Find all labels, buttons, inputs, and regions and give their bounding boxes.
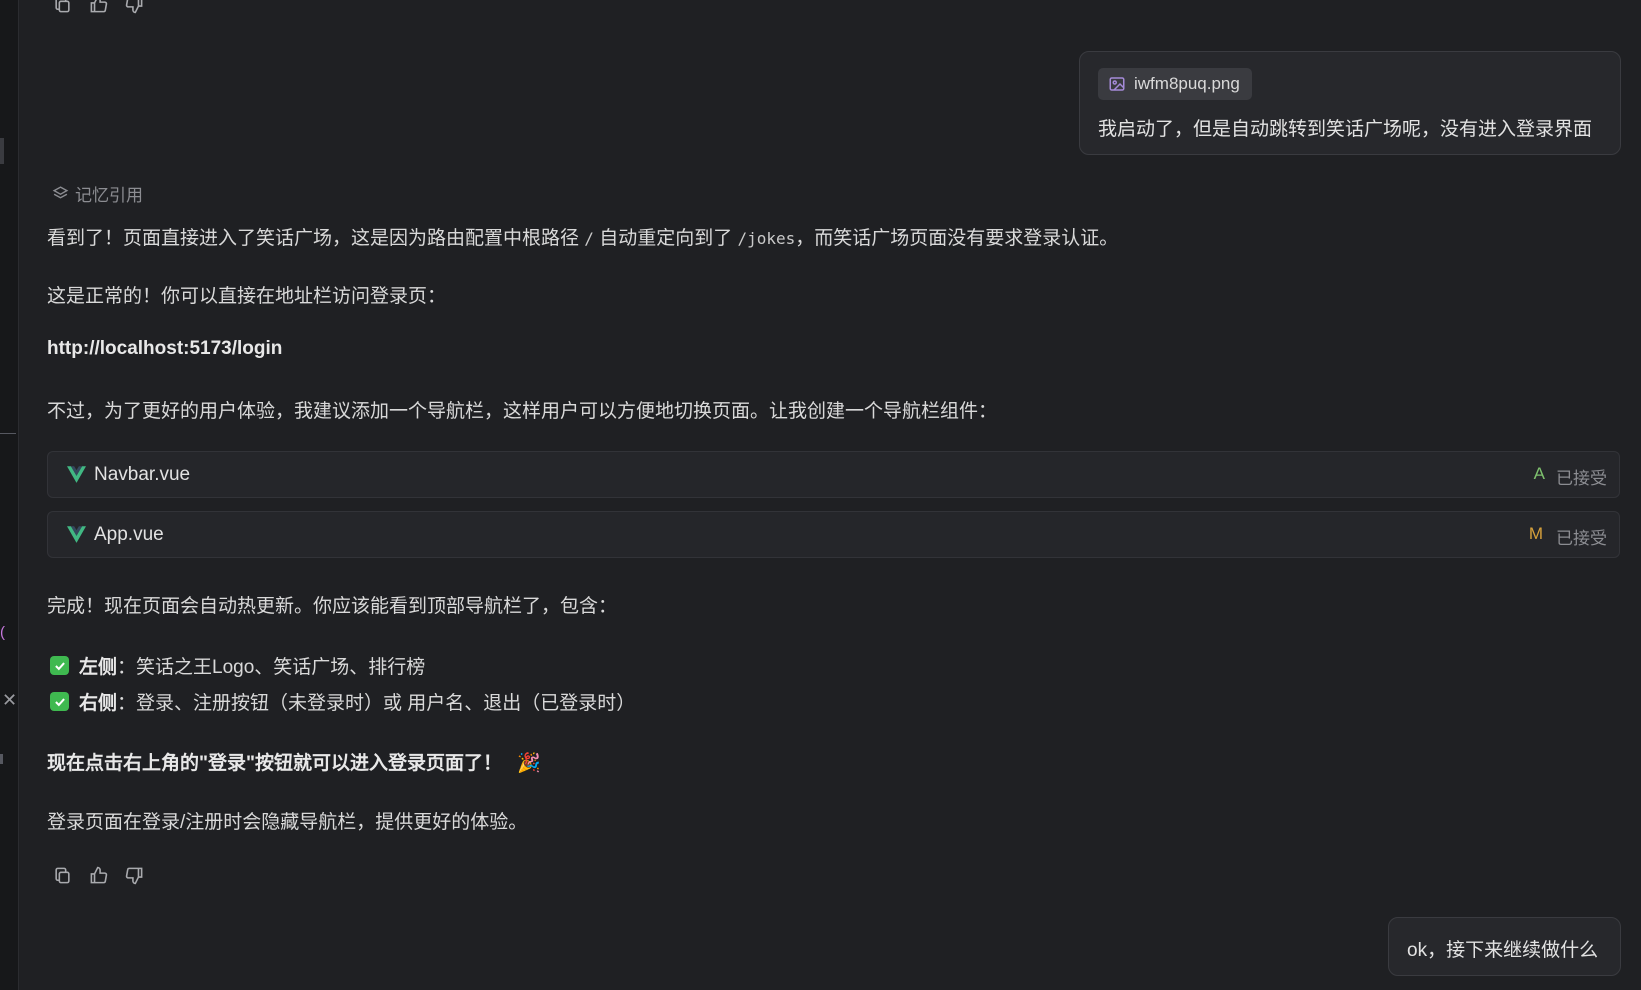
memory-reference-label: 记忆引用 xyxy=(75,186,143,205)
panel-marker xyxy=(0,754,3,764)
text-segment: 现在点击右上角的"登录"按钮就可以进入登录页面了！ xyxy=(47,753,503,774)
file-change-navbar[interactable]: Navbar.vue A 已接受 xyxy=(47,451,1620,498)
thumbs-up-icon[interactable] xyxy=(88,0,108,14)
text-segment: ，而笑话广场页面没有要求登录认证。 xyxy=(795,228,1119,249)
assistant-paragraph-4: 完成！现在页面会自动热更新。你应该能看到顶部导航栏了，包含： xyxy=(47,596,618,617)
assistant-paragraph-3: 不过，为了更好的用户体验，我建议添加一个导航栏，这样用户可以方便地切换页面。让我… xyxy=(47,401,998,422)
file-modified-badge: M xyxy=(1528,524,1543,543)
image-attachment[interactable]: iwfm8puq.png xyxy=(1098,68,1252,100)
vue-icon xyxy=(67,526,86,543)
layers-icon xyxy=(52,186,69,199)
checklist-label: 右侧 xyxy=(79,693,118,714)
copy-icon[interactable] xyxy=(52,0,72,14)
checklist-text: ：笑话之王Logo、笑话广场、排行榜 xyxy=(117,657,426,678)
file-status: 已接受 xyxy=(1556,529,1607,548)
check-icon xyxy=(50,692,69,711)
assistant-paragraph-1: 看到了！页面直接进入了笑话广场，这是因为路由配置中根路径 / 自动重定向到了 /… xyxy=(47,223,1118,250)
close-icon[interactable]: ✕ xyxy=(2,690,17,711)
image-file-icon xyxy=(1109,77,1125,91)
check-icon xyxy=(50,656,69,675)
thumbs-down-icon[interactable] xyxy=(124,0,144,14)
user-message-text: 我启动了，但是自动跳转到笑话广场呢，没有进入登录界面 xyxy=(1098,119,1593,140)
user-message-text: ok，接下来继续做什么 xyxy=(1407,940,1599,961)
vue-icon xyxy=(67,466,86,483)
checklist-item-left: 左侧：笑话之王Logo、笑话广场、排行榜 xyxy=(50,652,425,679)
code-glyph-fragment: ( xyxy=(0,624,5,641)
assistant-paragraph-5: 现在点击右上角的"登录"按钮就可以进入登录页面了！ 🎉 xyxy=(47,748,541,775)
checklist-label: 左侧 xyxy=(79,657,118,678)
thumbs-down-icon[interactable] xyxy=(124,865,144,885)
checklist-item-right: 右侧：登录、注册按钮（未登录时）或 用户名、退出（已登录时） xyxy=(50,688,635,715)
file-change-app[interactable]: App.vue M 已接受 xyxy=(47,511,1620,558)
inline-code: /jokes xyxy=(737,229,796,248)
attachment-filename: iwfm8puq.png xyxy=(1134,74,1240,93)
checklist-text: ：登录、注册按钮（未登录时）或 用户名、退出（已登录时） xyxy=(117,693,636,714)
thumbs-up-icon[interactable] xyxy=(88,865,108,885)
copy-icon[interactable] xyxy=(52,865,72,885)
party-popper-icon: 🎉 xyxy=(517,753,541,774)
text-segment: 自动重定向到了 xyxy=(593,228,738,249)
message-actions-top xyxy=(52,0,144,14)
left-panel-edge: ( ✕ xyxy=(0,0,19,990)
user-message-bubble: iwfm8puq.png 我启动了，但是自动跳转到笑话广场呢，没有进入登录界面 xyxy=(1079,51,1621,155)
user-message-bubble: ok，接下来继续做什么 xyxy=(1388,917,1621,976)
panel-divider xyxy=(0,433,16,434)
memory-reference[interactable]: 记忆引用 xyxy=(52,181,143,206)
message-actions xyxy=(52,865,144,885)
assistant-paragraph-6: 登录页面在登录/注册时会隐藏导航栏，提供更好的体验。 xyxy=(47,812,528,833)
panel-scroll-thumb[interactable] xyxy=(0,138,4,164)
file-name: Navbar.vue xyxy=(94,464,191,485)
file-added-badge: A xyxy=(1533,464,1545,483)
file-name: App.vue xyxy=(94,524,164,545)
assistant-paragraph-2: 这是正常的！你可以直接在地址栏访问登录页： xyxy=(47,286,447,307)
file-status: 已接受 xyxy=(1556,469,1607,488)
text-segment: 看到了！页面直接进入了笑话广场，这是因为路由配置中根路径 xyxy=(47,228,585,249)
inline-code: / xyxy=(584,229,594,248)
login-url: http://localhost:5173/login xyxy=(47,338,283,359)
